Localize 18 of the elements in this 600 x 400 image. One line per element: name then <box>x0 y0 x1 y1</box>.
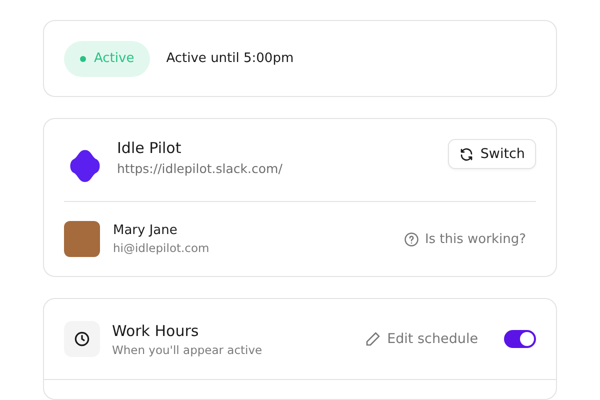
work-hours-title: Work Hours <box>112 322 200 340</box>
refresh-icon <box>459 146 474 162</box>
status-detail: Active until 5:00pm <box>166 51 294 66</box>
clock-icon <box>64 321 100 357</box>
user-name: Mary Jane <box>113 223 178 238</box>
workspace-name: Idle Pilot <box>117 139 182 157</box>
user-avatar <box>64 221 100 257</box>
status-badge: Active <box>64 40 150 76</box>
switch-button[interactable]: Switch <box>448 139 536 169</box>
work-hours-subtitle: When you'll appear active <box>112 342 264 356</box>
workspace-logo-icon <box>68 149 102 183</box>
work-hours-toggle[interactable] <box>504 330 536 348</box>
edit-schedule-button[interactable]: Edit schedule <box>365 331 478 347</box>
help-link[interactable]: Is this working? <box>404 232 536 246</box>
help-icon <box>404 232 419 246</box>
pencil-icon <box>365 331 382 347</box>
user-email: hi@idlepilot.com <box>113 241 210 255</box>
workspace-url: https://idlepilot.slack.com/ <box>117 161 284 176</box>
